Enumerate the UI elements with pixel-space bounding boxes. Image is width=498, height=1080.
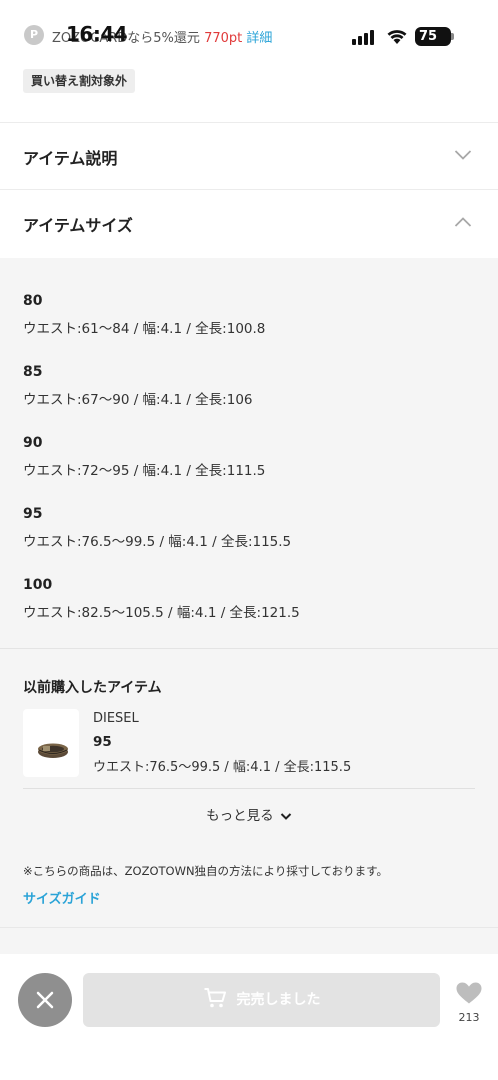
- chevron-up-icon: [454, 217, 472, 227]
- size-panel: 80 ウエスト:61〜84 / 幅:4.1 / 全長:100.8 85 ウエスト…: [0, 258, 498, 954]
- close-icon: [36, 991, 54, 1009]
- previous-spec: ウエスト:76.5〜99.5 / 幅:4.1 / 全長:115.5: [93, 760, 352, 775]
- size-spec: ウエスト:82.5〜105.5 / 幅:4.1 / 全長:121.5: [23, 605, 300, 621]
- previous-size: 95: [93, 734, 112, 750]
- chevron-down-icon: [280, 812, 292, 820]
- sold-out-label: 完売しました: [236, 992, 321, 1008]
- promo-detail-link[interactable]: 詳細: [246, 31, 272, 46]
- size-row: 100 ウエスト:82.5〜105.5 / 幅:4.1 / 全長:121.5: [23, 577, 300, 621]
- status-bar: P ZOZOCARDなら5%還元 770pt 詳細 16:44 75: [0, 0, 498, 66]
- belt-image-icon: [38, 743, 68, 758]
- size-row: 90 ウエスト:72〜95 / 幅:4.1 / 全長:111.5: [23, 435, 265, 479]
- size-label: 95: [23, 506, 43, 522]
- size-spec: ウエスト:76.5〜99.5 / 幅:4.1 / 全長:115.5: [23, 534, 292, 550]
- size-spec: ウエスト:72〜95 / 幅:4.1 / 全長:111.5: [23, 463, 266, 479]
- size-spec: ウエスト:61〜84 / 幅:4.1 / 全長:100.8: [23, 321, 266, 337]
- divider: [23, 788, 475, 789]
- size-label: 85: [23, 364, 43, 380]
- previous-brand: DIESEL: [93, 711, 139, 726]
- measurement-note: ※こちらの商品は、ZOZOTOWN独自の方法により採寸しております。: [23, 864, 388, 878]
- accordion-item-description[interactable]: アイテム説明: [0, 123, 498, 189]
- heart-icon: [456, 982, 482, 1004]
- trade-in-tag: 買い替え割対象外: [23, 69, 136, 93]
- size-guide-link[interactable]: サイズガイド: [23, 888, 101, 907]
- show-more-label: もっと見る: [206, 808, 274, 824]
- size-spec: ウエスト:67〜90 / 幅:4.1 / 全長:106: [23, 392, 253, 408]
- size-label: 90: [23, 435, 43, 451]
- favorite-button[interactable]: 213: [452, 981, 486, 1024]
- close-button[interactable]: [18, 973, 72, 1027]
- promo-points: 770pt: [204, 31, 243, 46]
- size-label: 80: [23, 293, 43, 309]
- size-row: 80 ウエスト:61〜84 / 幅:4.1 / 全長:100.8: [23, 293, 265, 337]
- wifi-icon: [387, 30, 407, 44]
- divider: [0, 648, 498, 649]
- cart-icon: [204, 988, 226, 1008]
- show-more-button[interactable]: もっと見る: [0, 804, 498, 824]
- previous-purchase-title: 以前購入したアイテム: [23, 680, 162, 696]
- battery-tip: [451, 33, 454, 40]
- accordion-title: アイテムサイズ: [23, 216, 133, 235]
- product-thumbnail[interactable]: [23, 709, 79, 777]
- favorite-count: 213: [458, 1011, 480, 1024]
- battery-icon: 75: [415, 27, 451, 46]
- signal-icon: [352, 29, 378, 45]
- accordion-item-size[interactable]: アイテムサイズ: [0, 190, 498, 256]
- size-row: 85 ウエスト:67〜90 / 幅:4.1 / 全長:106: [23, 364, 253, 408]
- accordion-title: アイテム説明: [23, 149, 118, 168]
- divider: [0, 927, 498, 928]
- action-bar: 完売しました 213: [0, 955, 498, 1080]
- sold-out-button[interactable]: 完売しました: [83, 973, 440, 1027]
- clock: 16:44: [66, 22, 128, 46]
- size-label: 100: [23, 577, 53, 593]
- points-badge-icon: P: [24, 25, 44, 45]
- size-row: 95 ウエスト:76.5〜99.5 / 幅:4.1 / 全長:115.5: [23, 506, 291, 550]
- chevron-down-icon: [454, 150, 472, 160]
